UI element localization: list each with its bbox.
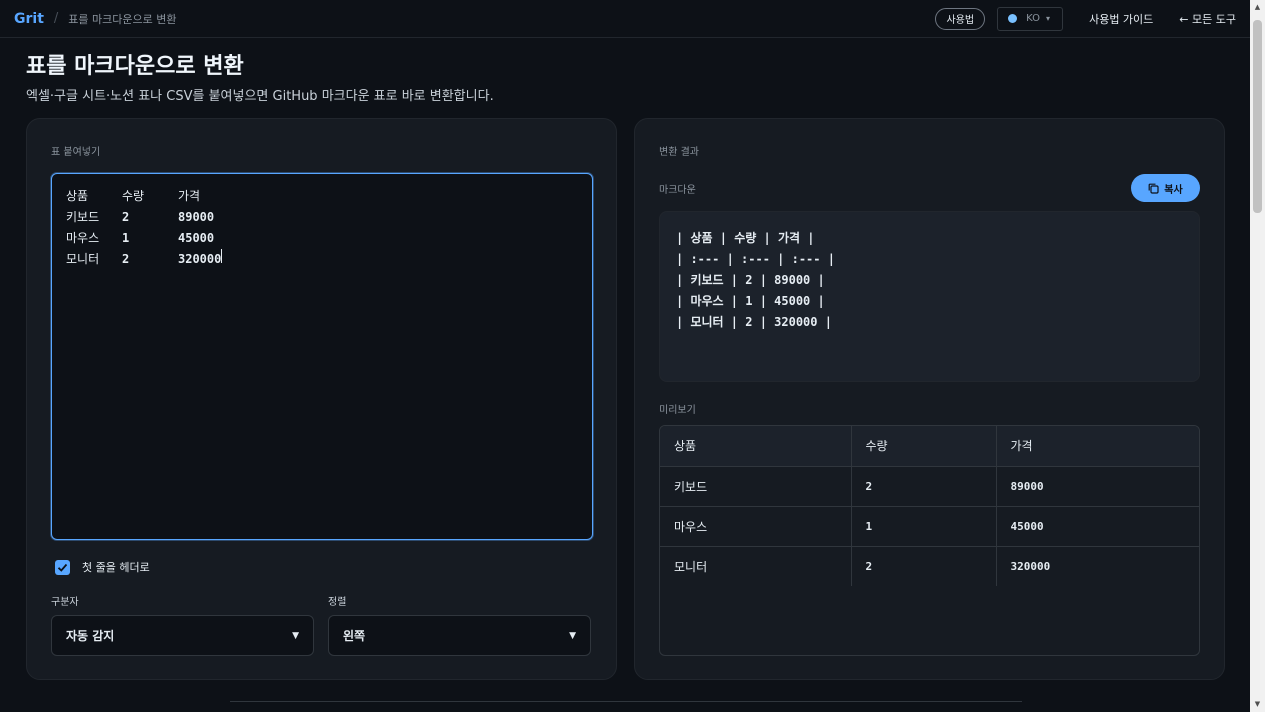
check-icon: [57, 563, 68, 572]
input-cell: 모니터: [66, 252, 100, 266]
delimiter-select[interactable]: 자동 감지 ▼: [51, 615, 314, 656]
copy-button[interactable]: 복사: [1131, 174, 1200, 202]
preview-cell: 45000: [996, 506, 1199, 547]
input-line: 상품 수량 가격: [66, 186, 578, 207]
top-actions: 사용법 KO ▾ 사용법 가이드 ← 모든 도구: [935, 6, 1236, 31]
text-caret: [221, 249, 223, 263]
input-cell: 2: [122, 252, 130, 266]
preview-label: 미리보기: [659, 405, 696, 416]
input-line: 키보드 2 89000: [66, 207, 578, 228]
input-cell: 1: [122, 231, 130, 245]
input-cell: 상품: [66, 189, 89, 203]
breadcrumb: 표를 마크다운으로 변환: [68, 12, 177, 26]
markdown-line: | 모니터 | 2 | 320000 |: [676, 315, 832, 329]
input-cell: 45000: [178, 231, 215, 245]
align-value: 왼쪽: [343, 629, 366, 643]
preview-header-row: 상품 수량 가격: [660, 426, 1199, 467]
align-label: 정렬: [328, 597, 347, 608]
table-row: 마우스 1 45000: [660, 506, 1199, 547]
brand-logo[interactable]: Grit: [14, 11, 44, 27]
usage-button[interactable]: 사용법: [935, 7, 986, 30]
preview-header-cell: 수량: [851, 426, 997, 467]
input-cell: 2: [122, 210, 130, 224]
copy-icon: [1148, 183, 1159, 194]
guide-link[interactable]: 사용법 가이드: [1089, 11, 1153, 27]
input-cell: 키보드: [66, 210, 100, 224]
language-select[interactable]: KO ▾: [997, 6, 1064, 31]
input-panel: 표 붙여넣기 상품 수량 가격키보드 2 89000 마우스 1 45000 모니터 2 32000…: [26, 118, 617, 680]
header-checkbox[interactable]: [55, 559, 70, 575]
output-section-label: 변환 결과: [659, 147, 699, 158]
preview-cell: 2: [851, 546, 997, 586]
input-cell: 가격: [178, 189, 201, 203]
page-title: 표를 마크다운으로 변환: [26, 54, 244, 79]
markdown-label: 마크다운: [659, 185, 696, 196]
language-value: KO: [1026, 13, 1040, 24]
preview-header-cell: 상품: [660, 426, 852, 467]
globe-icon: [1008, 14, 1018, 23]
chevron-down-icon: ▼: [569, 630, 576, 641]
preview-table: 상품 수량 가격 키보드 2 89000 마우스 1 45000 모니터 2 320000: [660, 426, 1199, 586]
input-line: 모니터 2 320000: [66, 249, 578, 270]
preview-table-box: 상품 수량 가격 키보드 2 89000 마우스 1 45000 모니터 2 320000: [659, 425, 1200, 656]
markdown-line: | 키보드 | 2 | 89000 |: [676, 273, 825, 287]
scroll-down-icon[interactable]: ▼: [1250, 697, 1265, 712]
preview-cell: 키보드: [660, 466, 852, 507]
footer-divider: [230, 701, 1022, 702]
input-cell: 수량: [122, 189, 145, 203]
output-panel: 변환 결과 마크다운 복사 | 상품 | 수량 | 가격 | | :--- | :…: [634, 118, 1225, 680]
input-cell: 320000: [178, 252, 222, 266]
markdown-line: | 마우스 | 1 | 45000 |: [676, 294, 825, 308]
scroll-thumb[interactable]: [1253, 20, 1262, 213]
input-section-label: 표 붙여넣기: [51, 147, 101, 158]
preview-cell: 89000: [996, 466, 1199, 507]
table-row: 모니터 2 320000: [660, 546, 1199, 586]
markdown-line: | 상품 | 수량 | 가격 |: [676, 231, 815, 245]
header-checkbox-row[interactable]: 첫 줄을 헤더로: [55, 559, 150, 575]
preview-cell: 320000: [1010, 559, 1051, 573]
input-line: 마우스 1 45000: [66, 228, 578, 249]
preview-cell: 2: [851, 466, 997, 507]
markdown-output[interactable]: | 상품 | 수량 | 가격 | | :--- | :--- | :--- | | …: [659, 211, 1200, 382]
preview-cell: 모니터: [660, 546, 852, 586]
preview-header-cell: 가격: [996, 426, 1199, 467]
input-cell: 89000: [178, 210, 215, 224]
input-cell: 마우스: [66, 231, 100, 245]
scroll-up-icon[interactable]: ▲: [1250, 0, 1265, 15]
table-row: 키보드 2 89000: [660, 466, 1199, 507]
all-tools-link[interactable]: ← 모든 도구: [1179, 11, 1236, 27]
table-paste-input[interactable]: 상품 수량 가격키보드 2 89000 마우스 1 45000 모니터 2 320000: [51, 173, 593, 540]
chevron-down-icon: ▼: [292, 630, 299, 641]
page-description: 엑셀·구글 시트·노션 표나 CSV를 붙여넣으면 GitHub 마크다운 표로…: [26, 89, 494, 104]
top-bar: Grit / 표를 마크다운으로 변환 사용법 KO ▾ 사용법 가이드 ← 모…: [0, 0, 1250, 38]
delimiter-value: 자동 감지: [66, 629, 115, 643]
preview-cell: 1: [851, 506, 997, 547]
delimiter-label: 구분자: [51, 597, 79, 608]
header-checkbox-label: 첫 줄을 헤더로: [82, 561, 150, 574]
chevron-down-icon: ▾: [1045, 14, 1050, 23]
markdown-line: | :--- | :--- | :--- |: [676, 252, 835, 266]
copy-button-label: 복사: [1164, 184, 1183, 196]
breadcrumb-separator: /: [53, 11, 59, 26]
align-select[interactable]: 왼쪽 ▼: [328, 615, 591, 656]
page-scrollbar[interactable]: ▲ ▼: [1250, 0, 1265, 712]
preview-cell: 마우스: [660, 506, 852, 547]
